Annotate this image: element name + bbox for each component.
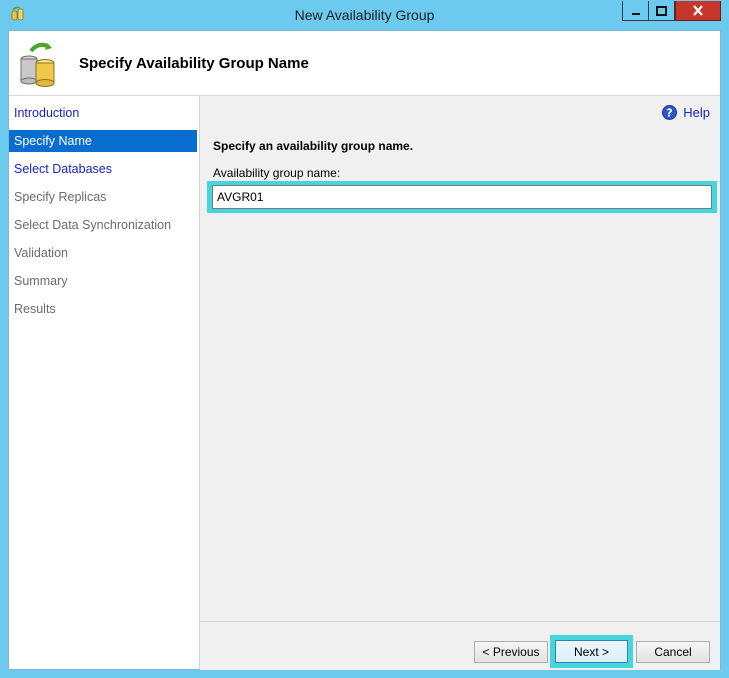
title-bar[interactable]: New Availability Group: [0, 0, 729, 30]
sidebar-item-select-data-synchronization: Select Data Synchronization: [14, 218, 172, 232]
sidebar-item-select-databases[interactable]: Select Databases: [9, 158, 197, 180]
wizard-steps-sidebar: Introduction Specify Name Select Databas…: [9, 96, 200, 669]
sidebar-item-specify-name[interactable]: Specify Name: [9, 130, 197, 152]
help-icon: ?: [662, 105, 678, 120]
sidebar-item-specify-replicas: Specify Replicas: [14, 190, 107, 204]
sidebar-item-summary: Summary: [14, 274, 68, 288]
wizard-window: New Availability Group Specify Availabil…: [0, 0, 729, 678]
maximize-icon: [656, 5, 667, 16]
sidebar-item-introduction[interactable]: Introduction: [9, 102, 197, 124]
sidebar-item-validation: Validation: [14, 246, 68, 260]
help-label: Help: [683, 105, 710, 120]
wizard-header: Specify Availability Group Name: [9, 31, 720, 96]
close-icon: [693, 5, 703, 16]
help-link[interactable]: ? Help: [662, 105, 710, 120]
close-button[interactable]: [675, 1, 721, 21]
group-name-label: Availability group name:: [213, 166, 341, 180]
sidebar-item-results: Results: [14, 302, 56, 316]
minimize-button[interactable]: [622, 1, 649, 21]
group-name-input[interactable]: [212, 185, 712, 209]
wizard-client: Specify Availability Group Name Introduc…: [8, 30, 721, 670]
wizard-footer: < Previous Next > Cancel: [200, 621, 720, 670]
wizard-content: ? Help Specify an availability group nam…: [200, 96, 720, 621]
instruction-text: Specify an availability group name.: [213, 139, 414, 153]
database-wizard-icon: [17, 39, 63, 87]
maximize-button[interactable]: [648, 1, 675, 21]
next-button[interactable]: Next >: [555, 640, 628, 663]
page-title: Specify Availability Group Name: [79, 55, 309, 72]
window-title: New Availability Group: [294, 7, 435, 23]
svg-text:?: ?: [667, 107, 673, 120]
minimize-icon: [631, 12, 640, 15]
previous-button[interactable]: < Previous: [474, 641, 548, 663]
cancel-button[interactable]: Cancel: [636, 641, 710, 663]
